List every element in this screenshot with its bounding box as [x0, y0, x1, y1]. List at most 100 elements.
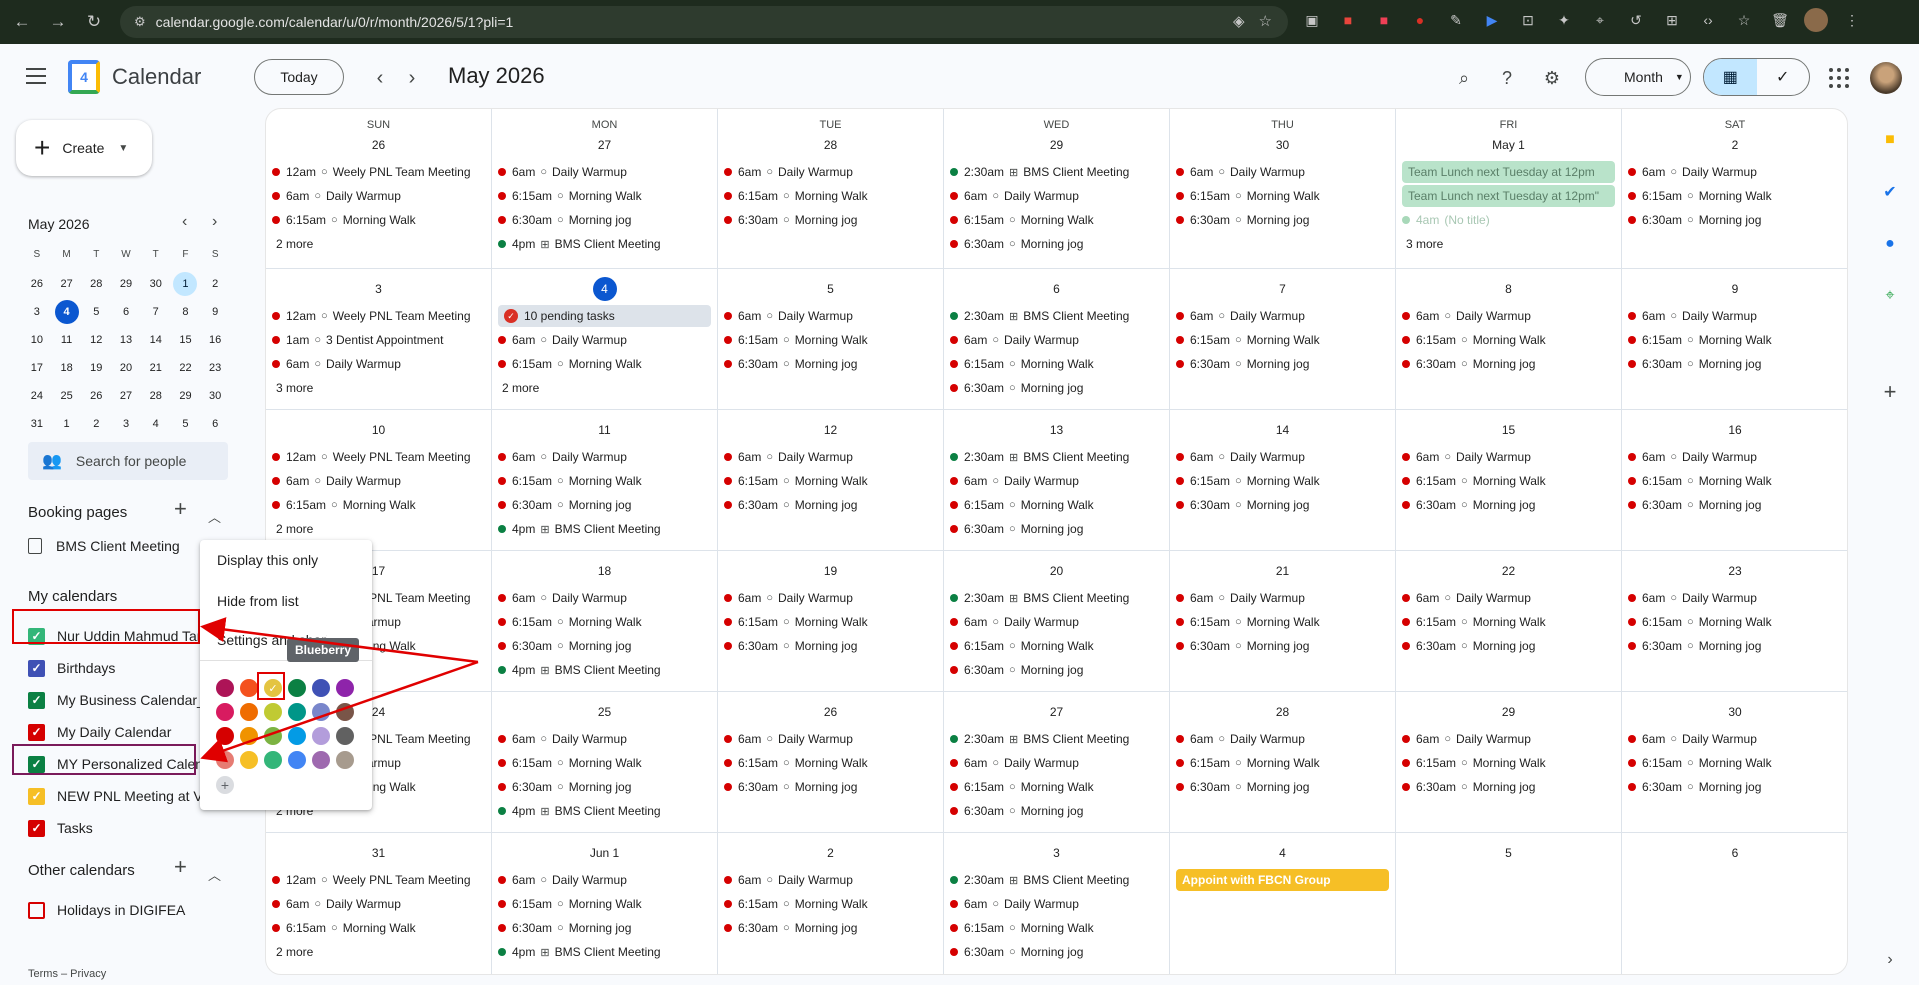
day-number[interactable]: 16 [1622, 418, 1847, 442]
event-item[interactable]: 12am ○ Weely PNL Team Meeting [272, 869, 485, 891]
expand-panel-icon[interactable]: › [1880, 950, 1900, 970]
event-item[interactable]: 6am ○ Daily Warmup [724, 161, 937, 183]
url-text[interactable]: calendar.google.com/calendar/u/0/r/month… [156, 14, 514, 30]
calendar-checkbox[interactable]: ✓ [28, 787, 45, 805]
mini-prev-month-icon[interactable]: ‹ [182, 213, 187, 231]
event-item[interactable]: 6:30am ○ Morning jog [724, 209, 937, 231]
day-cell[interactable]: 6 2:30am ⊞ BMS Client Meeting 6am ○ Daily Warm… [944, 269, 1170, 410]
day-number[interactable]: 11 [492, 418, 717, 442]
help-icon[interactable]: ? [1495, 66, 1519, 90]
create-button[interactable]: + Create ▼ [16, 120, 152, 176]
day-number[interactable]: 10 [266, 418, 491, 442]
event-item[interactable]: 2:30am ⊞ BMS Client Meeting [950, 446, 1163, 468]
mini-next-month-icon[interactable]: › [212, 213, 217, 231]
event-item[interactable]: 6:15am ○ Morning Walk [498, 611, 711, 633]
day-number[interactable]: 12 [718, 418, 943, 442]
mini-day[interactable]: 27 [52, 270, 82, 298]
mini-day[interactable]: 28 [81, 270, 111, 298]
day-cell[interactable]: Jun 1 6am ○ Daily Warmup 6:15am ○ Morning Walk… [492, 833, 718, 974]
mini-day[interactable]: 9 [200, 298, 230, 326]
color-swatch[interactable] [336, 703, 354, 721]
event-item[interactable]: 6:30am ○ Morning jog [950, 800, 1163, 822]
day-cell[interactable]: 4 Appoint with FBCN Group [1170, 833, 1396, 974]
event-item[interactable]: 6:30am ○ Morning jog [1628, 776, 1842, 798]
calendar-checkbox[interactable]: ✓ [28, 819, 45, 837]
event-item[interactable]: 6:15am ○ Morning Walk [950, 353, 1163, 375]
day-number[interactable]: 26 [266, 133, 491, 157]
day-cell[interactable]: 5 6am ○ Daily Warmup 6:15am ○ Morning Walk 6:30… [718, 269, 944, 410]
mini-day[interactable]: 30 [141, 270, 171, 298]
day-number[interactable]: 31 [266, 841, 491, 865]
mini-day[interactable]: 6 [111, 298, 141, 326]
event-item[interactable]: 6:15am ○ Morning Walk [1628, 752, 1842, 774]
color-swatch[interactable] [240, 751, 258, 769]
event-item[interactable]: 6am ○ Daily Warmup [1402, 446, 1615, 468]
day-cell[interactable]: FRI May 1 Team Lunch next Tuesday at 12pm T… [1396, 109, 1622, 269]
calendar-checkbox[interactable]: ✓ [28, 659, 45, 677]
day-cell[interactable]: 4 ✓ 10 pending tasks 6am ○ Daily Warmup 6:15am… [492, 269, 718, 410]
mini-day[interactable]: 24 [22, 382, 52, 410]
event-item[interactable]: 6:30am ○ Morning jog [724, 353, 937, 375]
mini-day[interactable]: 4 [52, 298, 82, 326]
mini-day[interactable]: 18 [52, 354, 82, 382]
event-item[interactable]: 6:15am ○ Morning Walk [1628, 185, 1842, 207]
event-item[interactable]: 6am ○ Daily Warmup [498, 329, 711, 351]
day-cell[interactable]: TUE 28 6am ○ Daily Warmup 6:15am ○ Morning Walk… [718, 109, 944, 269]
terms-privacy-links[interactable]: Terms – Privacy [28, 968, 106, 980]
mini-day[interactable]: 19 [81, 354, 111, 382]
browser-menu-icon[interactable]: ⋮ [1840, 8, 1864, 32]
pocket-extension-icon[interactable]: ■ [1372, 8, 1396, 32]
event-item[interactable]: 6am ○ Daily Warmup [1176, 446, 1389, 468]
calendar-list-item[interactable]: ✓ My Business Calendar_ [28, 690, 200, 710]
mini-day[interactable]: 20 [111, 354, 141, 382]
event-item[interactable]: 12am ○ Weely PNL Team Meeting [272, 305, 485, 327]
day-number[interactable]: 15 [1396, 418, 1621, 442]
event-item[interactable]: 6am ○ Daily Warmup [1628, 728, 1842, 750]
event-item[interactable]: 6:15am ○ Morning Walk [1402, 611, 1615, 633]
day-cell[interactable]: SUN 26 12am ○ Weely PNL Team Meeting 6am ○ Dail… [266, 109, 492, 269]
day-number[interactable]: 2 [1622, 133, 1847, 157]
event-item[interactable]: 6am ○ Daily Warmup [724, 587, 937, 609]
calendar-list-item[interactable]: Holidays in DIGIFEA [28, 900, 200, 920]
event-item[interactable]: 4am (No title) [1402, 209, 1615, 231]
mini-day[interactable]: 17 [22, 354, 52, 382]
color-swatch[interactable] [288, 727, 306, 745]
install-icon[interactable]: ◈ [1233, 12, 1245, 30]
color-swatch[interactable] [312, 679, 330, 697]
event-item[interactable]: 6:30am ○ Morning jog [950, 377, 1163, 399]
event-item[interactable]: 6:15am ○ Morning Walk [498, 185, 711, 207]
mini-day[interactable]: 2 [81, 410, 111, 438]
day-number[interactable]: 30 [1170, 133, 1395, 157]
color-swatch[interactable] [264, 703, 282, 721]
event-item[interactable]: 6am ○ Daily Warmup [272, 470, 485, 492]
day-cell[interactable]: 11 6am ○ Daily Warmup 6:15am ○ Morning Walk 6:3… [492, 410, 718, 551]
mini-day[interactable]: 26 [81, 382, 111, 410]
day-number[interactable]: 20 [944, 559, 1169, 583]
event-item[interactable]: 6:30am ○ Morning jog [1402, 353, 1615, 375]
day-number[interactable]: 3 [266, 277, 491, 301]
color-swatch[interactable] [336, 727, 354, 745]
event-item[interactable]: 6:15am ○ Morning Walk [272, 494, 485, 516]
calendar-list-item[interactable]: ✓ My Daily Calendar [28, 722, 200, 742]
event-item[interactable]: 6:30am ○ Morning jog [1176, 776, 1389, 798]
color-swatch[interactable] [312, 751, 330, 769]
event-item[interactable]: 6:30am ○ Morning jog [1176, 635, 1389, 657]
day-cell[interactable]: 3 12am ○ Weely PNL Team Meeting 1am ○ 3 Dentis… [266, 269, 492, 410]
mini-day[interactable]: 13 [111, 326, 141, 354]
day-number[interactable]: May 1 [1396, 133, 1621, 157]
other-calendars-title[interactable]: Other calendars [28, 862, 135, 879]
event-item[interactable]: 6:30am ○ Morning jog [1402, 494, 1615, 516]
mini-day[interactable]: 26 [22, 270, 52, 298]
event-item[interactable]: 2:30am ⊞ BMS Client Meeting [950, 305, 1163, 327]
address-bar[interactable]: ⚙ calendar.google.com/calendar/u/0/r/mon… [120, 6, 1288, 38]
my-calendars-title[interactable]: My calendars [28, 588, 117, 605]
event-item[interactable]: 6:15am ○ Morning Walk [1402, 470, 1615, 492]
more-events-link[interactable]: 3 more [1402, 233, 1615, 255]
day-number[interactable]: 13 [944, 418, 1169, 442]
day-cell[interactable]: 2 6am ○ Daily Warmup 6:15am ○ Morning Walk 6:30… [718, 833, 944, 974]
mini-day[interactable]: 3 [22, 298, 52, 326]
color-swatch[interactable] [240, 727, 258, 745]
day-number[interactable]: 4 [492, 277, 717, 301]
day-number[interactable]: 6 [944, 277, 1169, 301]
event-item[interactable]: 6am ○ Daily Warmup [498, 446, 711, 468]
